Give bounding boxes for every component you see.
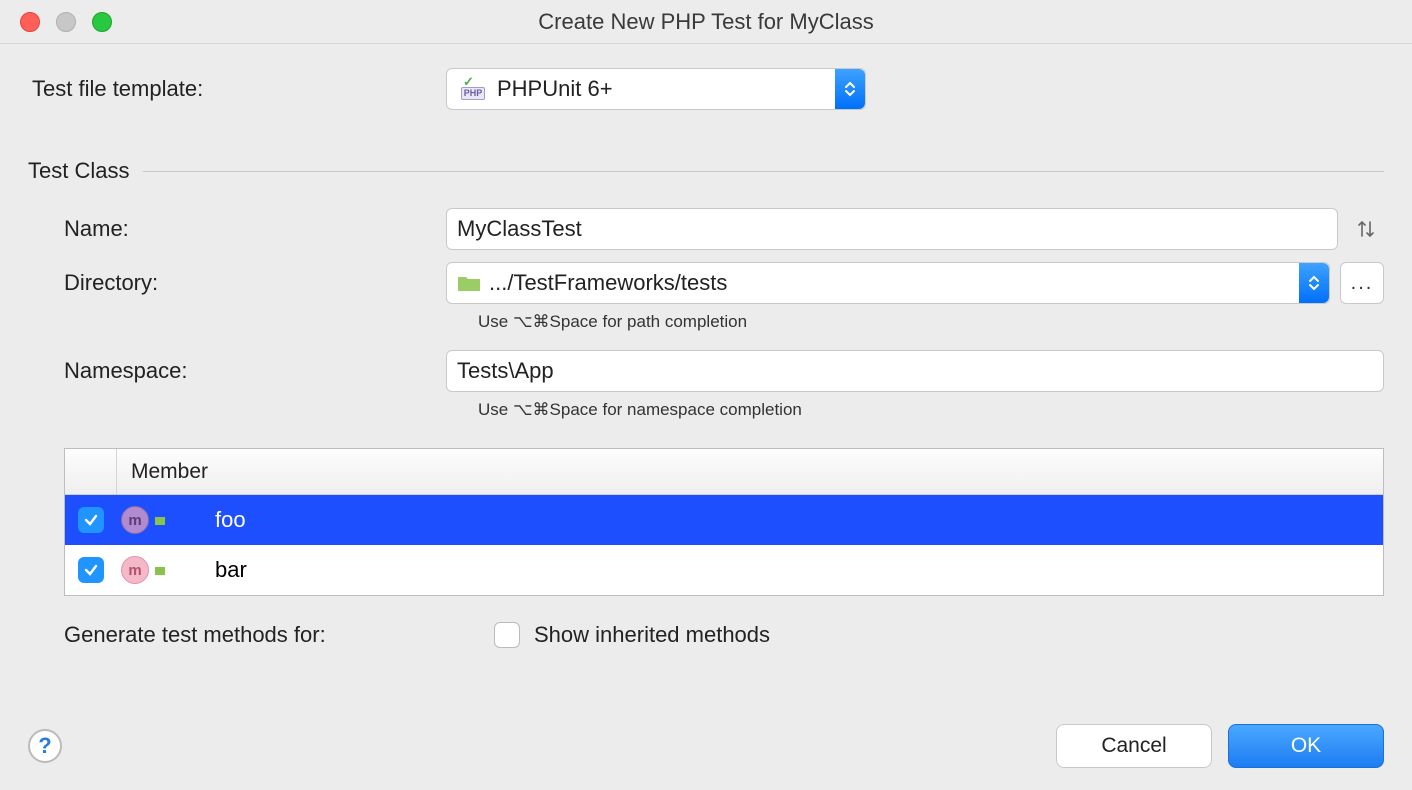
generate-row: Generate test methods for: Show inherite… bbox=[64, 622, 1384, 648]
template-select[interactable]: ✓ PHP PHPUnit 6+ bbox=[446, 68, 866, 110]
inherited-checkbox[interactable] bbox=[494, 622, 520, 648]
table-row[interactable]: m bar bbox=[65, 545, 1383, 595]
name-input[interactable]: MyClassTest bbox=[446, 208, 1338, 250]
dialog-footer: ? Cancel OK bbox=[0, 694, 1412, 790]
dialog-window: Create New PHP Test for MyClass Test fil… bbox=[0, 0, 1412, 790]
help-icon: ? bbox=[38, 733, 51, 759]
maximize-icon[interactable] bbox=[92, 12, 112, 32]
close-icon[interactable] bbox=[20, 12, 40, 32]
directory-combo[interactable]: .../TestFrameworks/tests bbox=[446, 262, 1330, 304]
table-row[interactable]: m foo bbox=[65, 495, 1383, 545]
help-button[interactable]: ? bbox=[28, 729, 62, 763]
traffic-lights bbox=[0, 12, 112, 32]
method-icon: m bbox=[121, 506, 149, 534]
name-value: MyClassTest bbox=[457, 216, 582, 242]
browse-button[interactable]: ... bbox=[1340, 262, 1384, 304]
checkbox-checked-icon[interactable] bbox=[78, 507, 104, 533]
ok-button[interactable]: OK bbox=[1228, 724, 1384, 768]
browse-label: ... bbox=[1351, 272, 1374, 295]
method-icon: m bbox=[121, 556, 149, 584]
directory-row: Directory: .../TestFrameworks/tests ... bbox=[28, 262, 1384, 304]
namespace-value: Tests\App bbox=[457, 358, 554, 384]
directory-value: .../TestFrameworks/tests bbox=[489, 270, 727, 296]
directory-label: Directory: bbox=[28, 270, 446, 296]
template-value: PHPUnit 6+ bbox=[497, 76, 613, 102]
folder-icon bbox=[457, 274, 481, 292]
sort-icon[interactable] bbox=[1348, 208, 1384, 250]
directory-hint: Use ⌥⌘Space for path completion bbox=[476, 312, 1384, 332]
minimize-icon[interactable] bbox=[56, 12, 76, 32]
checkbox-checked-icon[interactable] bbox=[78, 557, 104, 583]
header-check-col[interactable] bbox=[65, 449, 117, 494]
namespace-input[interactable]: Tests\App bbox=[446, 350, 1384, 392]
generate-label: Generate test methods for: bbox=[64, 622, 494, 648]
ok-label: OK bbox=[1291, 734, 1321, 758]
phpunit-icon: ✓ PHP bbox=[457, 78, 489, 100]
header-member[interactable]: Member bbox=[117, 460, 208, 484]
cancel-label: Cancel bbox=[1101, 734, 1166, 758]
inherited-label: Show inherited methods bbox=[534, 622, 770, 648]
chevron-updown-icon bbox=[1299, 263, 1329, 303]
dialog-content: Test file template: ✓ PHP PHPUnit 6+ Tes… bbox=[0, 44, 1412, 694]
member-name: bar bbox=[187, 557, 1383, 583]
visibility-icon bbox=[153, 563, 167, 577]
name-label: Name: bbox=[28, 216, 446, 242]
namespace-row: Namespace: Tests\App bbox=[28, 350, 1384, 392]
divider bbox=[143, 171, 1384, 172]
fieldset-test-class: Test Class bbox=[28, 158, 1384, 184]
fieldset-title: Test Class bbox=[28, 158, 143, 184]
members-header: Member bbox=[65, 449, 1383, 495]
members-table: Member m foo bbox=[64, 448, 1384, 596]
window-title: Create New PHP Test for MyClass bbox=[0, 9, 1412, 35]
name-row: Name: MyClassTest bbox=[28, 208, 1384, 250]
template-label: Test file template: bbox=[28, 76, 446, 102]
cancel-button[interactable]: Cancel bbox=[1056, 724, 1212, 768]
template-row: Test file template: ✓ PHP PHPUnit 6+ bbox=[28, 68, 1384, 110]
chevron-updown-icon bbox=[835, 69, 865, 109]
visibility-icon bbox=[153, 513, 167, 527]
namespace-hint: Use ⌥⌘Space for namespace completion bbox=[476, 400, 1384, 420]
titlebar: Create New PHP Test for MyClass bbox=[0, 0, 1412, 44]
member-name: foo bbox=[187, 507, 1383, 533]
namespace-label: Namespace: bbox=[28, 358, 446, 384]
